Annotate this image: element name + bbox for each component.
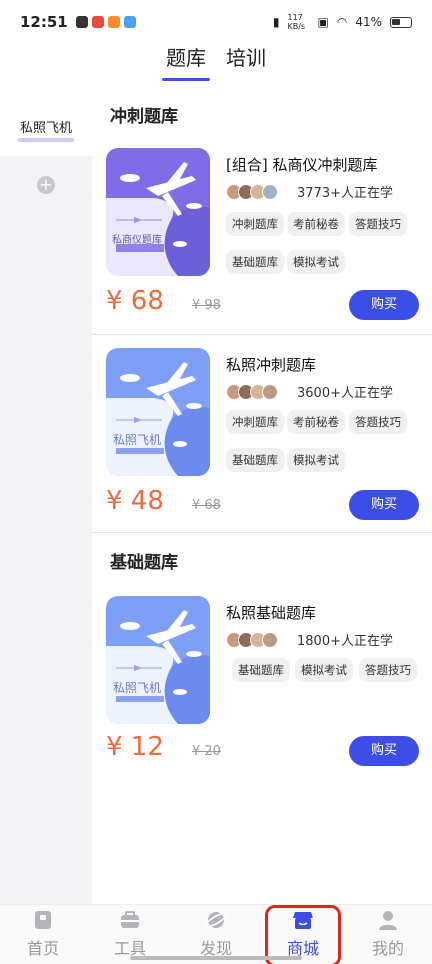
avatar [262, 632, 278, 648]
original-price: ¥ 20 [192, 744, 221, 759]
cover-label: 私商仪题库 [112, 235, 162, 246]
product-price: ¥ 12 [106, 732, 164, 762]
top-tabs: 题库 培训 [0, 42, 432, 81]
category-sidebar: 私照飞机 + [0, 96, 92, 904]
buy-button[interactable]: 购买 [349, 490, 419, 520]
course-cover-image: 私商仪题库 [106, 148, 210, 276]
avatar [262, 184, 278, 200]
sidebar-item-private-pilot[interactable]: 私照飞机 [0, 96, 92, 156]
battery-icon [390, 16, 412, 28]
nav-home[interactable]: 首页 [3, 909, 83, 959]
plus-circle-icon[interactable]: + [37, 176, 55, 194]
buy-button[interactable]: 购买 [349, 290, 419, 320]
product-list: 冲刺题库 私商仪题库 [组合] 私商仪冲刺题库 3773+人正在学 冲刺题库 考… [92, 96, 432, 904]
shopping-app-icon [107, 16, 120, 28]
sim-icon: ▣ [317, 15, 329, 29]
play-app-icon [75, 16, 88, 28]
divider [92, 532, 432, 533]
home-indicator[interactable] [130, 956, 302, 960]
wifi-icon: ◠ [336, 15, 348, 29]
avatar [262, 384, 278, 400]
divider [92, 334, 432, 335]
learner-avatars [226, 632, 278, 648]
course-cover-image: 私照飞机 [106, 596, 210, 724]
product-title: 私照冲刺题库 [226, 356, 317, 374]
status-time: 12:51 [20, 13, 68, 31]
buy-button[interactable]: 购买 [349, 736, 419, 766]
bottom-nav: 首页 工具 发现 商城 我的 [0, 904, 432, 964]
tab-question-bank[interactable]: 题库 [162, 42, 210, 81]
learner-avatars [226, 184, 278, 200]
book-icon [35, 911, 51, 929]
original-price: ¥ 68 [192, 498, 221, 513]
tag: 考前秘卷 [287, 212, 345, 236]
cover-label: 私照飞机 [112, 681, 161, 695]
toolbox-icon [121, 911, 139, 928]
vibrate-icon: ▮ [272, 15, 280, 29]
product-card[interactable]: 私商仪题库 [组合] 私商仪冲刺题库 3773+人正在学 冲刺题库 考前秘卷 答… [92, 148, 432, 334]
product-card[interactable]: 私照飞机 私照冲刺题库 3600+人正在学 冲刺题库 考前秘卷 答题技巧 基础题… [92, 348, 432, 532]
net-speed: 117 KB/s [287, 13, 306, 31]
gallery-app-icon [123, 16, 136, 28]
battery-percent: 41% [355, 15, 382, 29]
status-bar: 12:51 ▮ 117 KB/s ▣ ◠ 41% [0, 0, 432, 44]
section-title: 基础题库 [110, 553, 178, 573]
original-price: ¥ 98 [192, 298, 221, 313]
tag: 基础题库 [226, 250, 284, 274]
sidebar-item-label: 私照飞机 [17, 117, 75, 142]
product-price: ¥ 48 [106, 486, 164, 516]
nav-profile[interactable]: 我的 [348, 909, 428, 959]
product-price: ¥ 68 [106, 286, 164, 316]
learner-count: 3600+人正在学 [297, 386, 393, 401]
tag: 答题技巧 [349, 212, 407, 236]
product-title: [组合] 私商仪冲刺题库 [226, 156, 378, 174]
person-icon [379, 911, 397, 930]
section-title: 冲刺题库 [110, 107, 178, 127]
nav-label: 首页 [26, 939, 59, 958]
tag: 答题技巧 [349, 410, 407, 434]
nav-tools[interactable]: 工具 [90, 909, 170, 959]
learner-avatars [226, 384, 278, 400]
link-app-icon [91, 16, 104, 28]
product-card[interactable]: 私照飞机 私照基础题库 1800+人正在学 基础题库 模拟考试 答题技巧 ¥ 1… [92, 596, 432, 776]
tag: 冲刺题库 [226, 212, 284, 236]
tag: 冲刺题库 [226, 410, 284, 434]
tag: 考前秘卷 [287, 410, 345, 434]
tag: 基础题库 [226, 448, 284, 472]
tag: 模拟考试 [295, 658, 353, 682]
nav-label: 我的 [371, 939, 404, 958]
tab-training[interactable]: 培训 [222, 42, 270, 76]
planet-icon [205, 912, 227, 928]
learner-count: 3773+人正在学 [297, 186, 393, 201]
tag: 模拟考试 [287, 250, 345, 274]
tag: 答题技巧 [359, 658, 417, 682]
product-title: 私照基础题库 [226, 604, 317, 622]
course-cover-image: 私照飞机 [106, 348, 210, 476]
nav-discover[interactable]: 发现 [176, 909, 256, 959]
cover-label: 私照飞机 [112, 433, 161, 447]
tag: 模拟考试 [287, 448, 345, 472]
tag: 基础题库 [232, 658, 290, 682]
learner-count: 1800+人正在学 [297, 634, 393, 649]
